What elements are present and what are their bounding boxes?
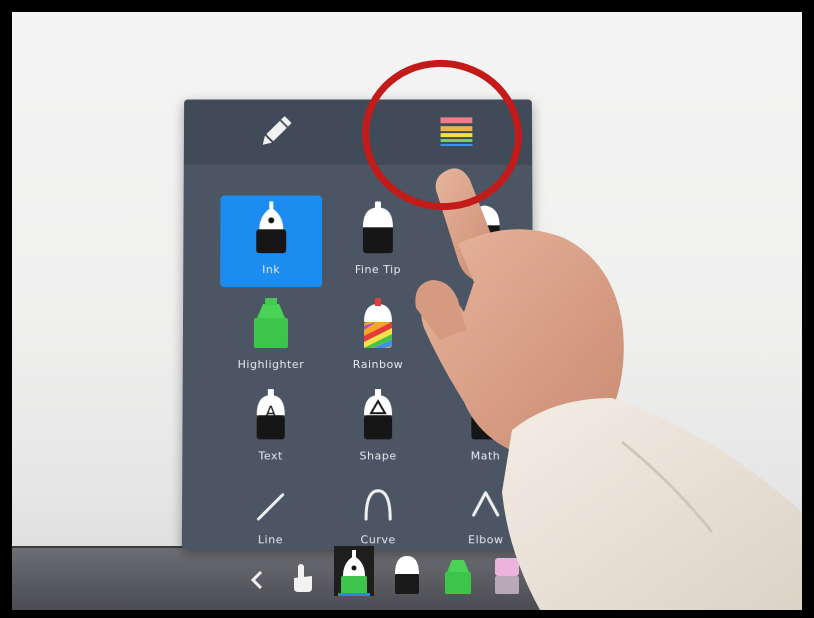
whiteboard-screen: Ink Fine Tip Lo — [12, 12, 802, 610]
